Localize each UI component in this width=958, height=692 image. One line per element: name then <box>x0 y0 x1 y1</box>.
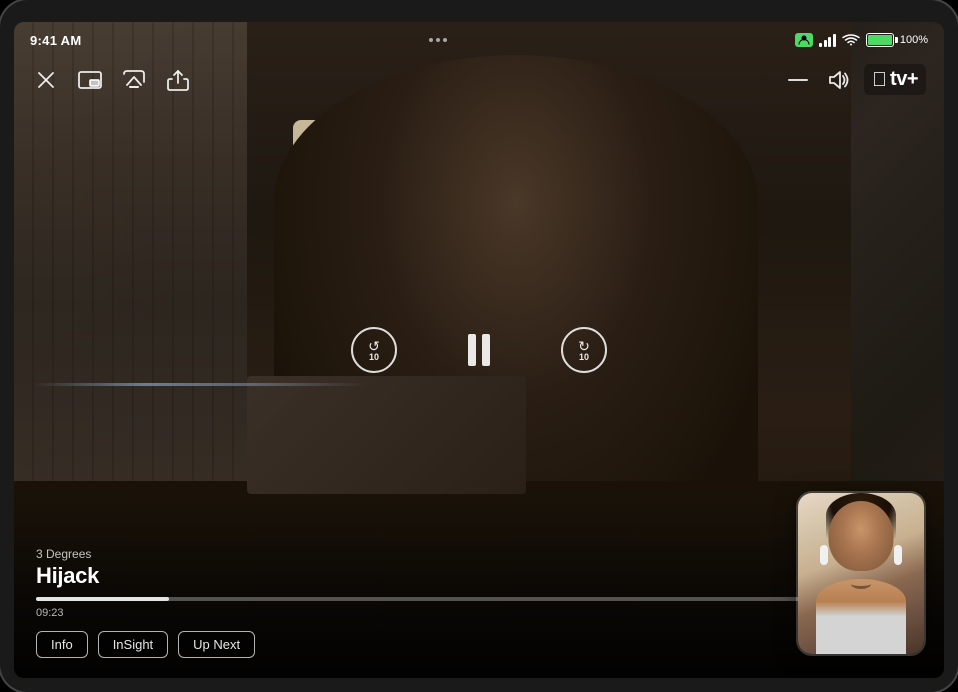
show-title: Hijack <box>36 563 922 589</box>
pip-airpods-right <box>894 545 902 565</box>
minimize-button[interactable] <box>784 66 812 94</box>
dot-2 <box>436 38 440 42</box>
timestamp: 09:23 <box>36 607 922 619</box>
battery-bar <box>866 33 894 47</box>
status-right: 100% <box>795 33 928 47</box>
share-button[interactable] <box>164 66 192 94</box>
progress-bar[interactable] <box>36 597 922 601</box>
person-status-icon <box>795 33 813 47</box>
top-controls:  tv+ <box>14 64 944 95</box>
top-left-controls <box>32 66 192 94</box>
pause-button[interactable] <box>457 328 501 372</box>
rewind-button[interactable]: ↺ 10 <box>351 327 397 373</box>
rewind-seconds-label: 10 <box>369 353 379 362</box>
show-info: 3 Degrees Hijack <box>36 547 922 589</box>
pause-bar-right <box>482 334 490 366</box>
action-buttons: Info InSight Up Next <box>36 631 922 658</box>
close-button[interactable] <box>32 66 60 94</box>
pip-button[interactable] <box>76 66 104 94</box>
forward-button[interactable]: ↻ 10 <box>561 327 607 373</box>
dot-3 <box>443 38 447 42</box>
up-next-button[interactable]: Up Next <box>178 631 255 658</box>
battery-icon <box>866 33 894 47</box>
status-center-dots <box>429 38 447 42</box>
airplay-button[interactable] <box>120 66 148 94</box>
info-button[interactable]: Info <box>36 631 88 658</box>
scene-equipment <box>247 376 526 494</box>
forward-arrow-icon: ↻ <box>578 339 590 353</box>
pause-bar-left <box>468 334 476 366</box>
playback-controls: ↺ 10 ↻ 10 <box>351 327 607 373</box>
insight-button[interactable]: InSight <box>98 631 168 658</box>
battery-fill <box>868 35 892 45</box>
scene-window-light <box>33 383 368 386</box>
battery-percent-text: 100% <box>900 34 928 46</box>
minus-icon <box>788 79 808 81</box>
facetime-pip[interactable] <box>796 491 926 656</box>
dot-1 <box>429 38 433 42</box>
status-time: 9:41 AM <box>30 33 81 48</box>
status-bar: 9:41 AM <box>14 22 944 58</box>
tv-plus-text: tv+ <box>890 68 918 91</box>
rewind-arrow-icon: ↺ <box>368 339 380 353</box>
apple-symbol:  <box>872 70 887 90</box>
pip-airpods-left <box>820 545 828 565</box>
screen: 9:41 AM <box>14 22 944 678</box>
signal-icon <box>819 33 836 47</box>
show-subtitle: 3 Degrees <box>36 547 922 561</box>
progress-fill <box>36 597 169 601</box>
ipad-frame: 9:41 AM <box>0 0 958 692</box>
pip-smile <box>851 579 871 589</box>
wifi-icon <box>842 34 860 46</box>
top-right-controls:  tv+ <box>784 64 926 95</box>
volume-button[interactable] <box>824 66 852 94</box>
pip-body <box>816 579 906 654</box>
forward-seconds-label: 10 <box>579 353 589 362</box>
pip-head <box>829 501 894 571</box>
appletv-logo:  tv+ <box>864 64 926 95</box>
